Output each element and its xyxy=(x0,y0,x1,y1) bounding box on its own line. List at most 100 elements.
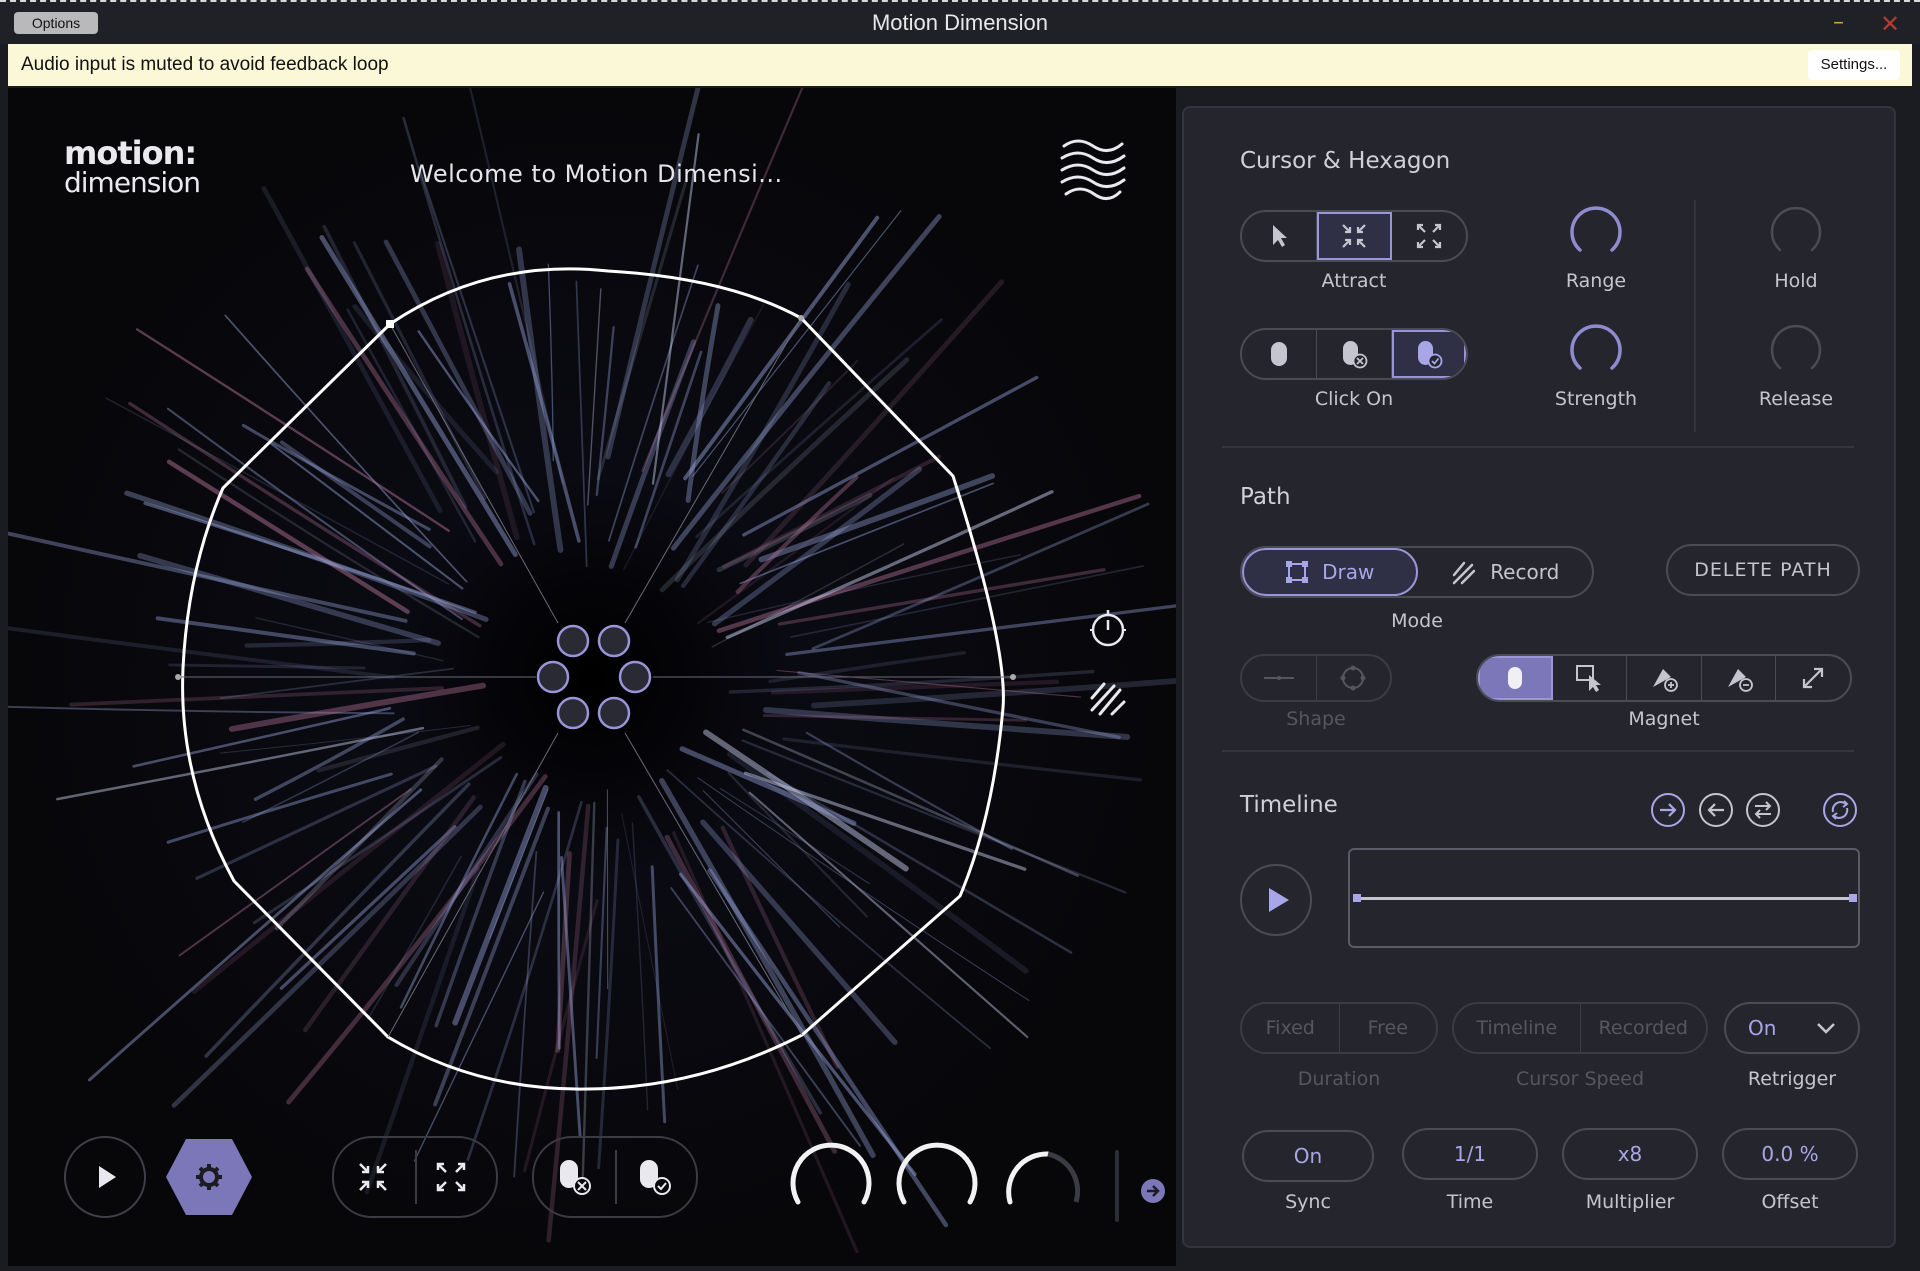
click-on-check[interactable] xyxy=(1392,330,1466,378)
settings-hex-button[interactable] xyxy=(164,1134,254,1220)
multiplier-selector[interactable]: x8 xyxy=(1562,1128,1698,1180)
cursor-mode-pointer[interactable] xyxy=(1242,212,1317,260)
sync-label: Sync xyxy=(1285,1191,1331,1213)
time-selector[interactable]: 1/1 xyxy=(1402,1128,1538,1180)
play-forward-icon[interactable] xyxy=(1650,792,1686,828)
welcome-text: Welcome to Motion Dimensi... xyxy=(410,160,783,188)
select-cursor-icon xyxy=(1576,665,1602,692)
duration-selector: Fixed Free xyxy=(1240,1002,1438,1054)
mouse-check-icon xyxy=(1418,341,1443,369)
magnet-add[interactable] xyxy=(1627,656,1702,700)
path-draw-icon[interactable] xyxy=(1086,676,1130,720)
timeline-line xyxy=(1358,897,1852,900)
mouse-off-icon xyxy=(1343,341,1368,369)
shape-line[interactable] xyxy=(1242,656,1317,700)
path-handle[interactable] xyxy=(386,320,394,328)
divider xyxy=(1222,446,1854,448)
mouse-icon xyxy=(1271,342,1287,366)
strength-label: Strength xyxy=(1554,388,1638,410)
ping-pong-icon[interactable] xyxy=(1745,792,1781,828)
cursor-mode-selector xyxy=(1240,210,1468,262)
macro-knob-1[interactable] xyxy=(790,1142,872,1205)
draw-label: Draw xyxy=(1322,560,1375,584)
macro-knob-2[interactable] xyxy=(896,1142,978,1205)
speed-timeline[interactable]: Timeline xyxy=(1454,1004,1581,1052)
path-mode-draw[interactable]: Draw xyxy=(1242,548,1418,596)
draw-shape-icon xyxy=(1286,561,1309,583)
timer-icon[interactable] xyxy=(1086,606,1130,650)
loop-icon[interactable] xyxy=(1822,792,1858,828)
timeline-start-handle[interactable] xyxy=(1353,894,1361,902)
section-title-path: Path xyxy=(1240,484,1291,510)
expand-icon xyxy=(1803,667,1824,689)
magnet-expand[interactable] xyxy=(1776,656,1850,700)
retrigger-dropdown[interactable]: On xyxy=(1724,1002,1860,1054)
play-button[interactable] xyxy=(64,1136,146,1218)
settings-button[interactable]: Settings... xyxy=(1808,50,1900,80)
mouse-off-icon[interactable] xyxy=(556,1158,592,1196)
burst-visual xyxy=(8,88,1176,1266)
output-meter xyxy=(1115,1150,1119,1222)
sync-toggle[interactable]: On xyxy=(1242,1130,1374,1182)
speed-recorded[interactable]: Recorded xyxy=(1581,1004,1707,1052)
waves-icon[interactable] xyxy=(1058,132,1128,202)
duration-fixed[interactable]: Fixed xyxy=(1242,1004,1340,1052)
click-on-label: Click On xyxy=(1314,388,1394,410)
retrigger-value: On xyxy=(1748,1016,1777,1040)
shape-selector xyxy=(1240,654,1392,702)
section-title-cursor-hexagon: Cursor & Hexagon xyxy=(1240,148,1451,174)
click-on-off[interactable] xyxy=(1317,330,1392,378)
click-on-mouse[interactable] xyxy=(1242,330,1317,378)
cursor-mode-quick-group xyxy=(332,1136,498,1218)
cursor-mode-attract[interactable] xyxy=(1317,212,1392,260)
duration-label: Duration xyxy=(1297,1068,1381,1090)
attract-icon xyxy=(1342,224,1366,248)
shape-label: Shape xyxy=(1286,708,1346,730)
cursor-speed-selector: Timeline Recorded xyxy=(1452,1002,1708,1054)
offset-field[interactable]: 0.0 % xyxy=(1722,1128,1858,1180)
release-label: Release xyxy=(1758,388,1834,410)
pen-add-icon xyxy=(1652,669,1678,692)
magnet-select[interactable] xyxy=(1553,656,1628,700)
light-ray xyxy=(557,811,561,1050)
magnet-mouse[interactable] xyxy=(1478,656,1553,700)
attract-icon[interactable] xyxy=(356,1160,390,1194)
click-mode-quick-group xyxy=(532,1136,698,1218)
release-knob[interactable] xyxy=(1766,322,1826,382)
visualizer[interactable]: motion: dimension Welcome to Motion Dime… xyxy=(8,88,1176,1266)
pen-remove-icon xyxy=(1727,669,1753,692)
cursor-mode-label: Attract xyxy=(1321,270,1387,292)
duration-free[interactable]: Free xyxy=(1340,1004,1437,1052)
macro-knob-3[interactable] xyxy=(1006,1151,1051,1205)
cursor-speed-label: Cursor Speed xyxy=(1515,1068,1645,1090)
path-mode-record[interactable]: Record xyxy=(1418,548,1593,596)
hold-knob[interactable] xyxy=(1766,204,1826,264)
minimize-button[interactable]: – xyxy=(1833,10,1844,35)
path-mode-selector: Draw Record xyxy=(1240,546,1594,598)
delete-path-button[interactable]: DELETE PATH xyxy=(1666,544,1860,596)
play-backward-icon[interactable] xyxy=(1698,792,1734,828)
cursor-mode-repel[interactable] xyxy=(1392,212,1466,260)
timeline-end-handle[interactable] xyxy=(1849,894,1857,902)
strength-knob[interactable] xyxy=(1566,322,1626,382)
range-knob[interactable] xyxy=(1566,204,1626,264)
offset-label: Offset xyxy=(1761,1191,1819,1213)
close-button[interactable]: ✕ xyxy=(1880,10,1900,38)
magnet-label: Magnet xyxy=(1628,708,1700,730)
window-title: Motion Dimension xyxy=(871,10,1049,35)
time-label: Time xyxy=(1446,1191,1494,1213)
line-shape-icon xyxy=(1263,676,1294,680)
notice-bar: Audio input is muted to avoid feedback l… xyxy=(8,44,1912,86)
mouse-check-icon[interactable] xyxy=(636,1158,672,1196)
timeline-track[interactable] xyxy=(1348,848,1860,948)
multiplier-label: Multiplier xyxy=(1585,1191,1675,1213)
record-path-icon xyxy=(1452,561,1476,585)
shape-circle[interactable] xyxy=(1317,656,1391,700)
magnet-remove[interactable] xyxy=(1702,656,1777,700)
divider-vertical xyxy=(1694,200,1696,432)
click-on-selector xyxy=(1240,328,1468,380)
title-bar: Options Motion Dimension – ✕ xyxy=(0,0,1920,44)
expand-arrow-icon[interactable] xyxy=(1140,1178,1166,1204)
repel-icon[interactable] xyxy=(434,1160,468,1194)
timeline-play-button[interactable] xyxy=(1240,864,1312,936)
